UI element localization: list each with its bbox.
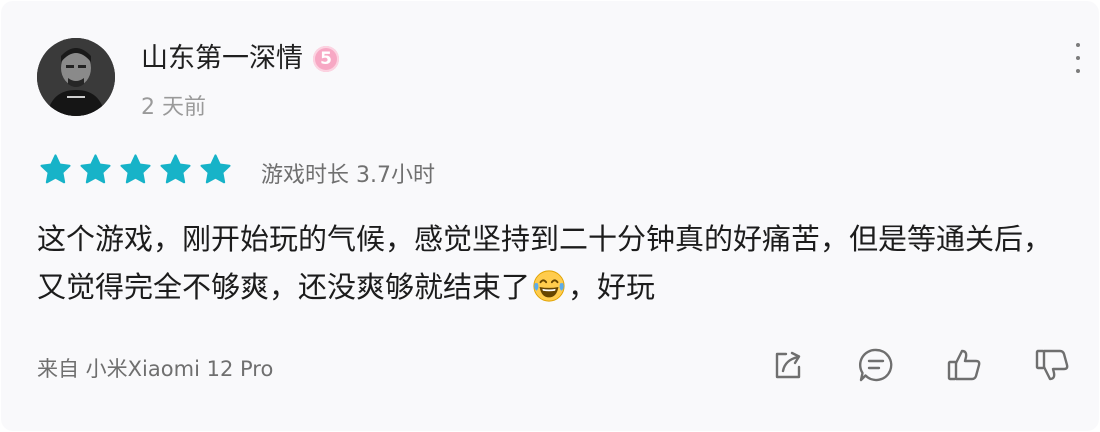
comment-icon [858, 348, 893, 382]
device-info: 来自 小米Xiaomi 12 Pro [37, 357, 274, 381]
username-row: 山东第一深情 5 [141, 41, 339, 77]
star-icon [160, 154, 191, 184]
star-icon [120, 154, 151, 184]
reply-button[interactable] [857, 346, 895, 384]
thumbs-down-icon [1035, 349, 1069, 381]
more-options-icon[interactable] [1071, 43, 1085, 73]
laughing-with-tears-emoji [533, 270, 565, 302]
playtime: 游戏时长 3.7小时 [261, 163, 435, 188]
star-icon [200, 154, 231, 184]
rating-stars [39, 153, 232, 186]
thumbs-up-icon [947, 349, 981, 381]
level-badge: 5 [313, 46, 339, 72]
star-icon [40, 154, 71, 184]
like-button[interactable] [945, 346, 983, 384]
comment-text-end: ，好玩 [568, 270, 656, 304]
comment-text: 这个游戏，刚开始玩的气候，感觉坚持到二十分钟真的好痛苦，但是等通关后，又觉得完全… [37, 215, 1067, 311]
avatar[interactable] [37, 38, 115, 116]
avatar-photo [37, 38, 115, 116]
share-icon [775, 351, 801, 379]
share-button[interactable] [769, 346, 807, 384]
username[interactable]: 山东第一深情 [141, 41, 303, 77]
dislike-button[interactable] [1033, 346, 1071, 384]
review-card: 山东第一深情 5 2 天前 游戏时长 3.7小时 这个游戏，刚开始玩的气候，感觉… [1, 1, 1099, 431]
star-icon [80, 154, 111, 184]
post-time: 2 天前 [141, 95, 206, 120]
